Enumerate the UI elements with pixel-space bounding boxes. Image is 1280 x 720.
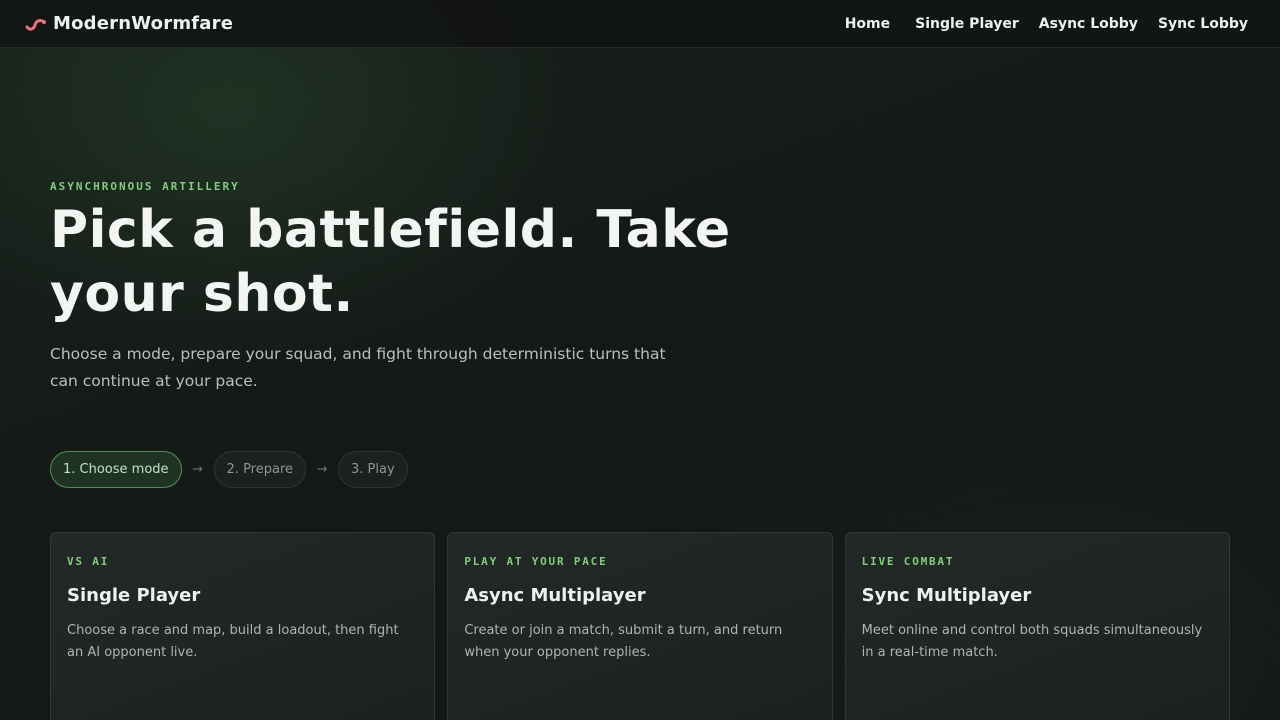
card-title: Async Multiplayer bbox=[464, 585, 646, 606]
mode-card-single-player[interactable]: VS AI Single Player Choose a race and ma… bbox=[50, 532, 436, 720]
card-description: Create or join a match, submit a turn, a… bbox=[464, 623, 783, 660]
hero-lead: Choose a mode, prepare your squad, and f… bbox=[50, 345, 666, 390]
hero-eyebrow: ASYNCHRONOUS ARTILLERY bbox=[50, 180, 240, 193]
main-nav: Home Single Player Async Lobby Sync Lobb… bbox=[845, 16, 1248, 32]
card-description: Meet online and control both squads simu… bbox=[861, 623, 1203, 660]
step-arrow-icon: → bbox=[192, 462, 203, 477]
card-tag: PLAY AT YOUR PACE bbox=[464, 555, 608, 568]
step-progress: 1. Choose mode → 2. Prepare → 3. Play bbox=[50, 451, 408, 488]
card-description: Choose a race and map, build a loadout, … bbox=[67, 623, 399, 660]
card-title: Single Player bbox=[67, 585, 201, 606]
hero-headline: Pick a battlefield. Take your shot. bbox=[50, 200, 731, 324]
top-nav-bar: ModernWormfare Home Single Player Async … bbox=[0, 0, 1280, 48]
nav-sync-lobby-link[interactable]: Sync Lobby bbox=[1158, 16, 1248, 32]
mode-card-sync-multiplayer[interactable]: LIVE COMBAT Sync Multiplayer Meet online… bbox=[844, 532, 1230, 720]
step-play[interactable]: 3. Play bbox=[338, 451, 408, 488]
card-tag: VS AI bbox=[67, 555, 110, 568]
step-choose-mode[interactable]: 1. Choose mode bbox=[50, 451, 182, 488]
nav-async-lobby-link[interactable]: Async Lobby bbox=[1039, 16, 1138, 32]
step-arrow-icon: → bbox=[316, 462, 328, 477]
mode-cards: VS AI Single Player Choose a race and ma… bbox=[50, 532, 1230, 720]
nav-home-link[interactable]: Home bbox=[845, 16, 890, 32]
card-title: Sync Multiplayer bbox=[861, 585, 1032, 606]
brand-logo-link[interactable]: ModernWormfare bbox=[25, 13, 233, 34]
step-prepare[interactable]: 2. Prepare bbox=[213, 451, 307, 488]
brand-name: ModernWormfare bbox=[53, 13, 234, 34]
card-tag: LIVE COMBAT bbox=[861, 555, 955, 568]
worm-icon bbox=[25, 16, 47, 32]
mode-card-async-multiplayer[interactable]: PLAY AT YOUR PACE Async Multiplayer Crea… bbox=[447, 532, 833, 720]
nav-single-player-link[interactable]: Single Player bbox=[915, 16, 1019, 32]
